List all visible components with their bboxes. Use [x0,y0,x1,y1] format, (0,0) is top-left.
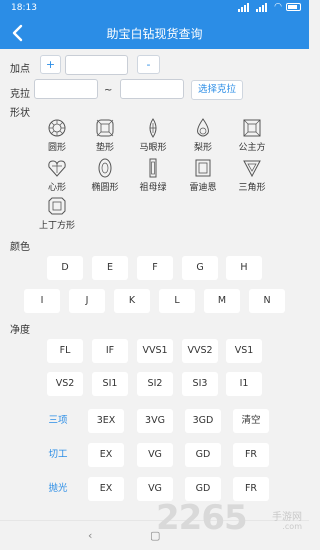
shape-label: 上丁方形 [38,221,75,231]
shape-round[interactable]: 圆形 [37,118,77,154]
cut-option-gd[interactable]: GD [185,443,221,467]
polish-label: 抛光 [48,483,68,494]
color-option-h[interactable]: H [226,256,262,280]
three-ex-option-3gd[interactable]: 3GD [185,409,221,433]
watermark-logo: 2265 手游网 .com [156,498,306,548]
shape-radiant[interactable]: 雷迪恩 [183,158,223,194]
color-option-i[interactable]: I [24,289,60,313]
shape-section-label: 形状 [10,108,30,119]
clarity-option-vs1[interactable]: VS1 [226,339,262,363]
cushion-diamond-icon [96,119,114,137]
carat-tilde: ~ [104,85,113,96]
clarity-option-if[interactable]: IF [92,339,128,363]
color-option-f[interactable]: F [137,256,173,280]
shape-label: 梨形 [193,143,212,153]
shape-triangle[interactable]: 三角形 [232,158,272,194]
page-title: 助宝白钻现货查询 [106,27,203,41]
color-section-label: 颜色 [10,242,30,253]
clarity-option-vvs2[interactable]: VVS2 [182,339,218,363]
round-diamond-icon [48,119,66,137]
status-bar: 18:13 ◠ [0,0,309,17]
emerald-diamond-icon [149,158,157,178]
nav-back-icon[interactable]: ‹ [88,529,92,542]
battery-icon [286,3,301,11]
radiant-diamond-icon [195,159,211,177]
clarity-option-vvs1[interactable]: VVS1 [137,339,173,363]
three-ex-clear-button[interactable]: 清空 [233,409,269,433]
clarity-section-label: 净度 [10,325,30,336]
cut-option-fr[interactable]: FR [233,443,269,467]
clarity-option-vs2[interactable]: VS2 [47,372,83,396]
color-option-d[interactable]: D [47,256,83,280]
app-header: 助宝白钻现货查询 [0,17,309,49]
oval-diamond-icon [98,158,112,178]
shape-marquise[interactable]: 马眼形 [133,118,173,154]
clarity-option-fl[interactable]: FL [47,339,83,363]
watermark-url: .com [282,522,302,531]
heart-diamond-icon [48,160,66,177]
three-ex-option-3vg[interactable]: 3VG [137,409,173,433]
shape-princess[interactable]: 公主方 [232,118,272,154]
color-option-g[interactable]: G [182,256,218,280]
shape-label: 马眼形 [139,143,167,153]
color-option-k[interactable]: K [114,289,150,313]
polish-option-ex[interactable]: EX [88,477,124,501]
princess-diamond-icon [243,119,261,137]
asscher-diamond-icon [48,197,66,215]
shape-label: 公主方 [238,143,266,153]
three-ex-option-3ex[interactable]: 3EX [88,409,124,433]
carat-label: 克拉 [10,89,30,100]
color-option-e[interactable]: E [92,256,128,280]
shape-label: 圆形 [47,143,66,153]
carat-min-input[interactable] [34,79,98,99]
status-time: 18:13 [11,3,37,13]
cut-option-vg[interactable]: VG [137,443,173,467]
watermark-number: 2265 [156,498,248,538]
cut-option-ex[interactable]: EX [88,443,124,467]
signal-icon [238,2,252,12]
shape-label: 椭圆形 [91,183,119,193]
cut-label: 切工 [48,449,68,460]
clarity-option-i1[interactable]: I1 [226,372,262,396]
color-option-n[interactable]: N [249,289,285,313]
color-option-l[interactable]: L [159,289,195,313]
triangle-diamond-icon [243,160,261,178]
color-option-m[interactable]: M [204,289,240,313]
shape-label: 祖母绿 [139,183,167,193]
shape-asscher[interactable]: 上丁方形 [37,196,77,232]
status-icons: ◠ [238,2,301,12]
shape-label: 三角形 [238,183,266,193]
marquise-diamond-icon [149,118,157,138]
three-ex-label: 三项 [48,415,68,426]
select-carat-button[interactable]: 选择克拉 [191,80,243,100]
pear-diamond-icon [197,118,209,137]
markup-plus-button[interactable]: + [40,55,61,74]
markup-input[interactable] [65,55,128,75]
shape-label: 垫形 [95,143,114,153]
shape-label: 心形 [47,183,66,193]
shape-label: 雷迪恩 [189,183,217,193]
markup-label: 加点 [10,64,30,75]
wifi-icon: ◠ [274,2,282,12]
markup-minus-button[interactable]: - [137,55,160,74]
clarity-option-si3[interactable]: SI3 [182,372,218,396]
shape-emerald[interactable]: 祖母绿 [133,158,173,194]
watermark-cn: 手游网 [272,512,302,523]
shape-pear[interactable]: 梨形 [183,118,223,154]
shape-heart[interactable]: 心形 [37,158,77,194]
shape-oval[interactable]: 椭圆形 [85,158,125,194]
clarity-option-si2[interactable]: SI2 [137,372,173,396]
signal-icon-2 [256,2,270,12]
carat-max-input[interactable] [120,79,184,99]
clarity-option-si1[interactable]: SI1 [92,372,128,396]
shape-cushion[interactable]: 垫形 [85,118,125,154]
color-option-j[interactable]: J [69,289,105,313]
